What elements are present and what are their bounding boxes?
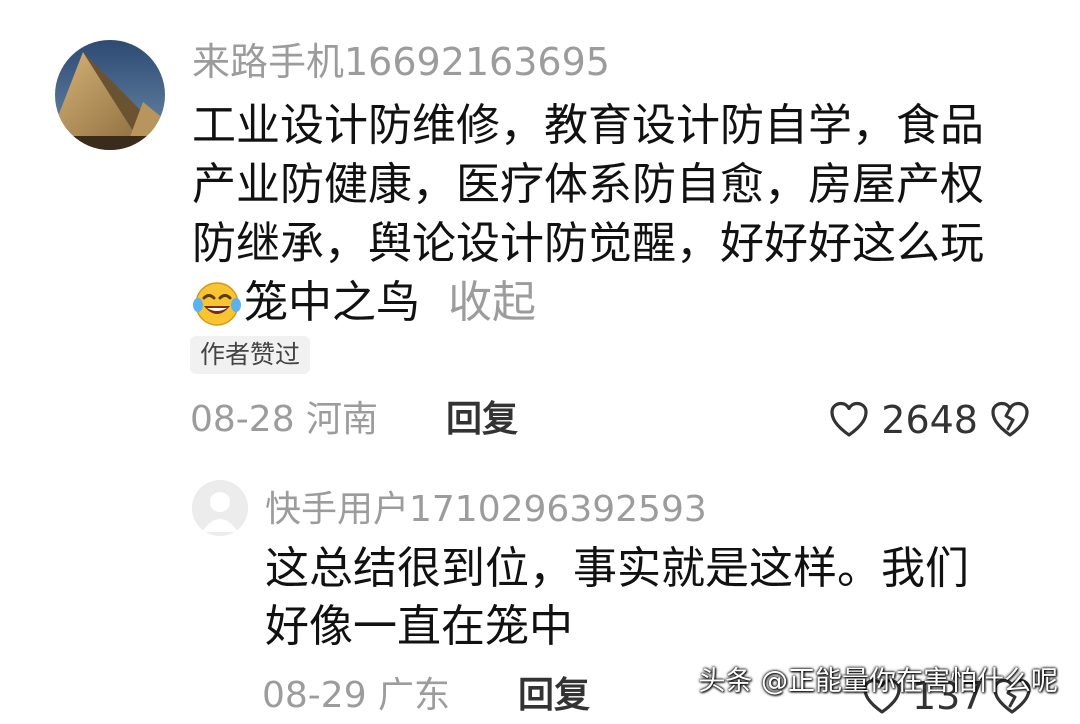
broken-heart-icon[interactable] (990, 401, 1030, 439)
collapse-button[interactable]: 收起 (448, 273, 536, 332)
laughing-tears-emoji-icon (193, 281, 241, 326)
date-location: 08-29 广东 (262, 675, 451, 716)
comment-username[interactable]: 来路手机16692163695 (192, 38, 610, 86)
pyramid-avatar-image (55, 40, 165, 150)
like-count: 2648 (881, 398, 978, 442)
comment-last-line: 笼中之鸟 收起 (192, 273, 1052, 332)
default-user-icon (192, 480, 248, 536)
like-group: 2648 (829, 392, 1030, 448)
author-liked-badge: 作者赞过 (190, 336, 311, 374)
watermark: 头条 @正能量你在害怕什么呢 (698, 666, 1058, 697)
reply-button[interactable]: 回复 (446, 392, 518, 448)
date-location: 08-28 河南 (190, 399, 379, 440)
comment-meta-row: 08-28 河南 回复 2648 (190, 392, 1030, 448)
comment-line: 产业防健康，医疗体系防自愈，房屋产权 (192, 159, 984, 210)
reply-line: 这总结很到位，事实就是这样。我们 (265, 543, 969, 594)
avatar[interactable] (55, 40, 165, 150)
heart-icon[interactable] (829, 401, 869, 439)
reply-line: 好像一直在笼中 (265, 601, 573, 652)
reply-username[interactable]: 快手用户1710296392593 (265, 487, 707, 533)
reply-button[interactable]: 回复 (518, 668, 590, 724)
comment-body: 工业设计防维修，教育设计防自学，食品 产业防健康，医疗体系防自愈，房屋产权 防继… (192, 96, 1052, 332)
comment-line: 工业设计防维修，教育设计防自学，食品 (192, 100, 984, 151)
comment-text-end: 笼中之鸟 (244, 277, 420, 328)
comment-line: 防继承，舆论设计防觉醒，好好好这么玩 (192, 218, 984, 269)
avatar[interactable] (192, 480, 248, 536)
reply-body: 这总结很到位，事实就是这样。我们 好像一直在笼中 (265, 540, 1045, 656)
